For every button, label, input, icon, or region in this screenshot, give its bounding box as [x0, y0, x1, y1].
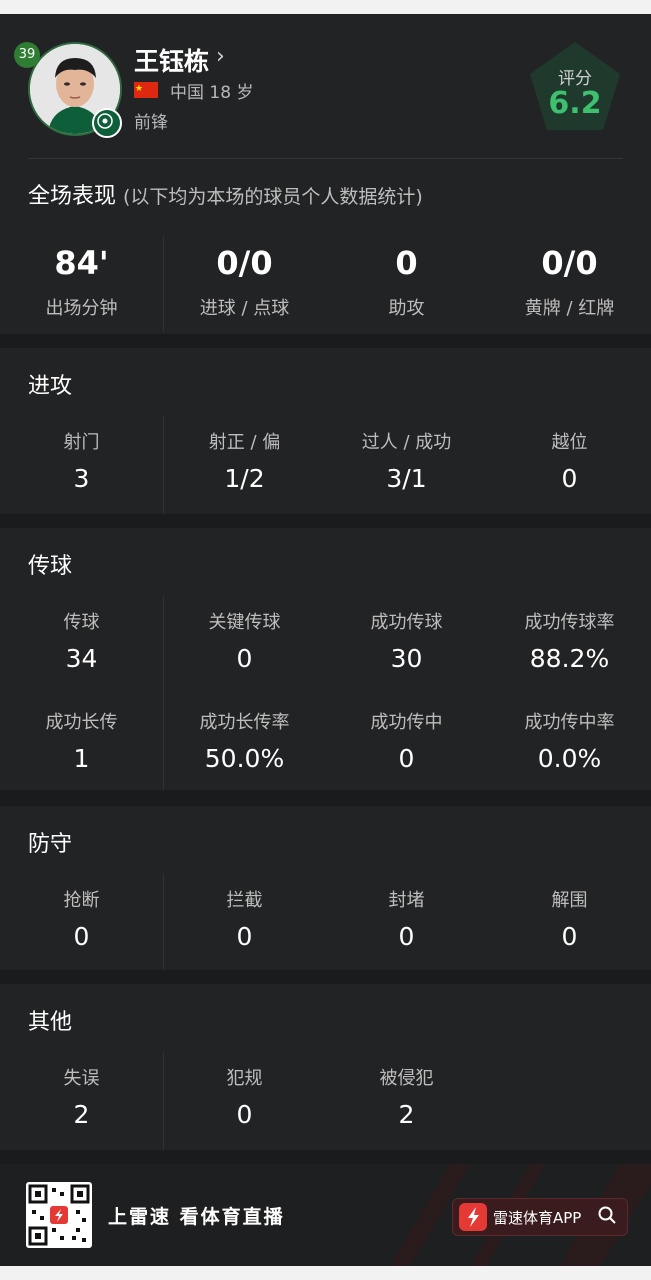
minutes-played-label: 出场分钟	[45, 298, 118, 319]
blocks-label: 封堵	[388, 890, 425, 911]
goals-penalties-label: 进球 / 点球	[199, 298, 290, 319]
crosses-value: 0	[398, 744, 415, 773]
mistakes-label: 失误	[63, 1068, 100, 1089]
chevron-right-icon[interactable]: ›	[216, 44, 225, 69]
app-name: 雷速体育APP	[493, 1209, 582, 1227]
attack-section: 进攻 射门 3 射正 / 偏 1/2 过人 / 成功 3/1 越位 0	[0, 348, 651, 514]
header-divider	[28, 158, 623, 159]
pass-accuracy-label: 成功传球率	[524, 612, 615, 633]
long-ball-accuracy-label: 成功长传率	[199, 712, 290, 733]
fouls-label: 犯规	[226, 1068, 263, 1089]
player-stats-page: 39 王钰栋 › 中国 18 岁 前锋 评分 6.2 全场表现 (以下均为本场的…	[0, 14, 651, 1266]
shots-on-off-label: 射正 / 偏	[208, 432, 281, 453]
fouls-value: 0	[236, 1100, 253, 1129]
crosses-label: 成功传中	[370, 712, 443, 733]
blocks-value: 0	[398, 922, 415, 951]
player-name[interactable]: 王钰栋	[134, 42, 209, 78]
clearances-label: 解围	[551, 890, 588, 911]
app-logo-icon	[459, 1203, 487, 1231]
others-title: 其他	[28, 1010, 73, 1035]
column-divider	[163, 236, 164, 332]
jersey-number-badge: 39	[14, 42, 40, 68]
interceptions-value: 0	[236, 922, 253, 951]
pass-accuracy-value: 88.2%	[529, 644, 610, 673]
long-balls-label: 成功长传	[45, 712, 118, 733]
accurate-passes-value: 30	[390, 644, 423, 673]
full-match-title: 全场表现 (以下均为本场的球员个人数据统计)	[28, 178, 423, 210]
china-flag-icon	[134, 82, 158, 98]
dribbles-label: 过人 / 成功	[361, 432, 452, 453]
fouled-value: 2	[398, 1100, 415, 1129]
others-section: 其他 失误 2 犯规 0 被侵犯 2	[0, 984, 651, 1150]
goals-penalties-value: 0/0	[216, 244, 273, 282]
app-download-button[interactable]: 雷速体育APP	[452, 1198, 628, 1236]
shots-on-off-value: 1/2	[224, 464, 265, 493]
interceptions-label: 拦截	[226, 890, 263, 911]
passing-section: 传球 传球 34 关键传球 0 成功传球 30 成功传球率 88.2% 成功长传…	[0, 528, 651, 790]
footer-banner: 上雷速 看体育直播 雷速体育APP	[0, 1164, 651, 1266]
cards-label: 黄牌 / 红牌	[524, 298, 615, 319]
minutes-played-value: 84'	[54, 244, 109, 282]
tackles-label: 抢断	[63, 890, 100, 911]
key-passes-label: 关键传球	[208, 612, 281, 633]
full-match-subtitle: (以下均为本场的球员个人数据统计)	[123, 186, 423, 208]
shots-value: 3	[73, 464, 90, 493]
assists-value: 0	[395, 244, 418, 282]
club-badge-icon	[92, 108, 122, 138]
footer-slogan: 上雷速 看体育直播	[108, 1206, 285, 1228]
offsides-label: 越位	[551, 432, 588, 453]
long-ball-accuracy-value: 50.0%	[204, 744, 285, 773]
key-passes-value: 0	[236, 644, 253, 673]
clearances-value: 0	[561, 922, 578, 951]
cross-accuracy-value: 0.0%	[537, 744, 602, 773]
accurate-passes-label: 成功传球	[370, 612, 443, 633]
dribbles-value: 3/1	[386, 464, 427, 493]
qr-code-icon	[26, 1182, 92, 1248]
tackles-value: 0	[73, 922, 90, 951]
cards-value: 0/0	[541, 244, 598, 282]
full-match-title-text: 全场表现	[28, 184, 117, 209]
mistakes-value: 2	[73, 1100, 90, 1129]
fouled-label: 被侵犯	[379, 1068, 434, 1089]
shots-label: 射门	[63, 432, 100, 453]
passes-label: 传球	[63, 612, 100, 633]
attack-title: 进攻	[28, 374, 73, 399]
player-meta: 中国 18 岁	[170, 78, 253, 103]
rating-value: 6.2	[548, 86, 602, 121]
long-balls-value: 1	[73, 744, 90, 773]
player-age: 18 岁	[209, 83, 254, 103]
defense-title: 防守	[28, 832, 73, 857]
offsides-value: 0	[561, 464, 578, 493]
player-country: 中国	[170, 83, 204, 103]
player-header-section: 39 王钰栋 › 中国 18 岁 前锋 评分 6.2 全场表现 (以下均为本场的…	[0, 14, 651, 334]
defense-section: 防守 抢断 0 拦截 0 封堵 0 解围 0	[0, 806, 651, 970]
cross-accuracy-label: 成功传中率	[524, 712, 615, 733]
search-icon[interactable]	[597, 1205, 617, 1230]
assists-label: 助攻	[388, 298, 425, 319]
passes-value: 34	[65, 644, 98, 673]
passing-title: 传球	[28, 554, 73, 579]
player-position: 前锋	[134, 113, 168, 133]
